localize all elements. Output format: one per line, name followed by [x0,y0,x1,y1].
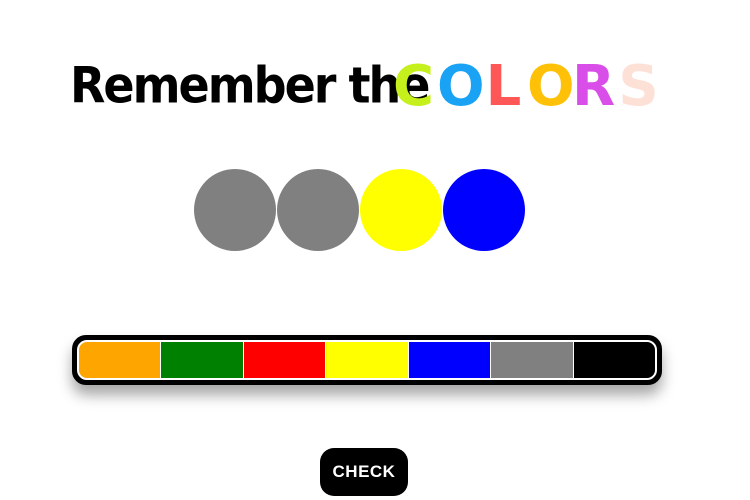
title-letter-l: L [485,54,522,119]
sequence-circle-2 [277,169,359,251]
swatch-gray[interactable] [491,342,574,378]
swatch-yellow[interactable] [326,342,409,378]
sequence-circle-4 [443,169,525,251]
title-letter-s: S [618,54,659,119]
color-palette [72,335,662,385]
swatch-blue[interactable] [408,342,492,378]
swatch-black[interactable] [573,342,655,378]
sequence-circle-3 [360,169,442,251]
title-letter-r: R [572,54,616,119]
sequence-circle-1 [194,169,276,251]
swatch-orange[interactable] [79,342,162,378]
title-text: Remember the [70,55,430,115]
title-letter-o: O [437,54,485,119]
title-letter-o: O [527,54,575,119]
swatch-red[interactable] [243,342,327,378]
sequence-circles [194,169,526,253]
title-letter-c: C [392,54,435,119]
title-colors-word: C O L O R S [392,58,660,116]
check-button[interactable]: CHECK [320,448,408,496]
swatch-green[interactable] [161,342,244,378]
